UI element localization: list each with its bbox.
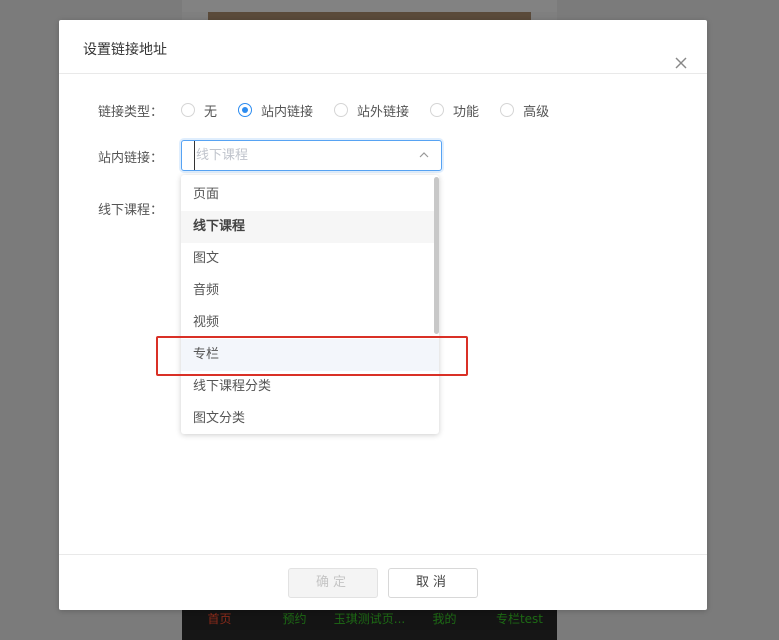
internal-link-select-placeholder: 线下课程 (194, 141, 248, 170)
close-x-icon[interactable] (673, 55, 689, 71)
dropdown-item-article-category[interactable]: 图文分类 (181, 403, 439, 434)
modal-title: 设置链接地址 (83, 42, 167, 58)
background-header (182, 0, 557, 12)
radio-label: 无 (204, 104, 218, 120)
cancel-button[interactable]: 取消 (388, 568, 478, 598)
radio-circle[interactable] (500, 103, 515, 117)
link-settings-modal: 设置链接地址 链接类型： 无 站内链接 站外链接 功能 高级 站内链接： 线下课… (59, 20, 707, 610)
radio-function[interactable]: 功能 (430, 101, 479, 120)
bg-tab-home: 首页 (207, 611, 232, 626)
radio-circle[interactable] (430, 103, 445, 117)
radio-label: 功能 (453, 104, 480, 120)
dropdown-item-article[interactable]: 图文 (181, 243, 439, 275)
confirm-button[interactable]: 确定 (288, 568, 378, 598)
bg-tab-column-test: 专栏test (495, 611, 544, 626)
offline-course-row: 线下课程： (59, 192, 171, 224)
chevron-up-icon (419, 152, 429, 158)
radio-none[interactable]: 无 (181, 101, 217, 120)
highlight-annotation-box (156, 336, 468, 376)
internal-link-dropdown: 页面 线下课程 图文 音频 视频 专栏 线下课程分类 图文分类 (181, 175, 439, 434)
link-type-row: 链接类型： 无 站内链接 站外链接 功能 高级 (59, 94, 570, 126)
internal-link-label: 站内链接： (97, 150, 163, 166)
internal-link-select[interactable]: 线下课程 (181, 140, 442, 171)
radio-circle[interactable] (181, 103, 195, 117)
bg-tab-booking: 预约 (282, 611, 307, 626)
radio-label: 高级 (523, 104, 550, 120)
dropdown-item-video[interactable]: 视频 (181, 307, 439, 339)
radio-advanced[interactable]: 高级 (500, 101, 549, 120)
offline-course-label: 线下课程： (97, 202, 163, 218)
bg-tab-test-page: 玉琪测试页... (333, 611, 406, 626)
radio-circle[interactable] (334, 103, 349, 117)
background-tabbar: 首页 预约 玉琪测试页... 我的 专栏test (182, 606, 557, 640)
radio-label: 站内链接 (261, 104, 314, 120)
radio-label: 站外链接 (357, 104, 410, 120)
radio-external-link[interactable]: 站外链接 (334, 101, 409, 120)
dropdown-item-offline-course[interactable]: 线下课程 (181, 211, 439, 243)
bg-tab-mine: 我的 (432, 611, 457, 626)
modal-footer: 确定 取消 (59, 554, 707, 610)
modal-header: 设置链接地址 (59, 20, 707, 74)
link-type-radio-group: 无 站内链接 站外链接 功能 高级 (181, 101, 570, 120)
radio-circle-checked[interactable] (238, 103, 253, 117)
link-type-label: 链接类型： (97, 104, 163, 120)
dropdown-scrollbar[interactable] (434, 177, 439, 334)
dropdown-item-page[interactable]: 页面 (181, 179, 439, 211)
radio-internal-link[interactable]: 站内链接 (238, 101, 313, 120)
dropdown-item-audio[interactable]: 音频 (181, 275, 439, 307)
internal-link-row: 站内链接： (59, 140, 171, 172)
